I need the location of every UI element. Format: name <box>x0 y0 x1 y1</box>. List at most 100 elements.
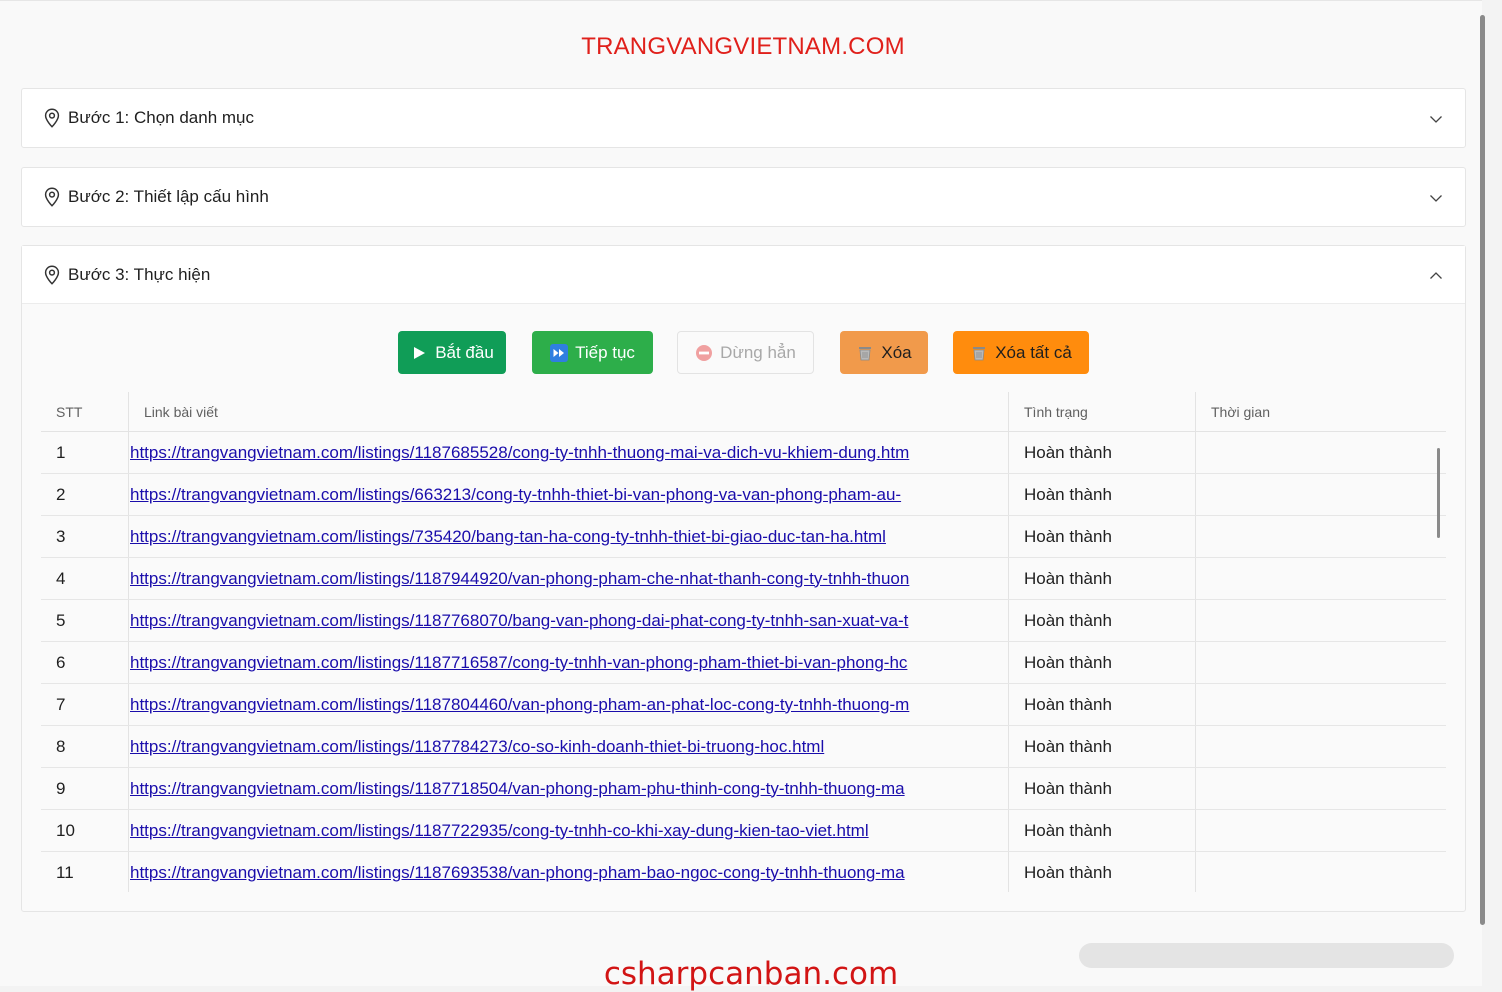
start-button[interactable]: Bắt đầu <box>398 331 506 374</box>
row-time <box>1196 600 1446 641</box>
no-entry-icon <box>695 344 713 362</box>
table-row[interactable]: 8 https://trangvangvietnam.com/listings/1… <box>41 726 1446 768</box>
row-time <box>1196 516 1446 557</box>
step-3-panel: Bước 3: Thực hiện Bắt đầu Tiếp tục Dừng … <box>21 245 1466 912</box>
continue-button-label: Tiếp tục <box>575 342 635 362</box>
row-stt: 8 <box>41 726 129 767</box>
table-header: STT Link bài viết Tình trạng Thời gian <box>41 392 1446 432</box>
table-row[interactable]: 4 https://trangvangvietnam.com/listings/1… <box>41 558 1446 600</box>
window-vertical-scrollbar[interactable] <box>1480 15 1485 925</box>
row-stt: 10 <box>41 810 129 851</box>
delete-all-button-label: Xóa tất cả <box>995 342 1072 362</box>
table-body: 1 https://trangvangvietnam.com/listings/1… <box>41 432 1446 892</box>
fast-forward-icon <box>550 343 569 362</box>
row-link-cell: https://trangvangvietnam.com/listings/11… <box>129 852 1009 892</box>
table-row[interactable]: 6 https://trangvangvietnam.com/listings/1… <box>41 642 1446 684</box>
chevron-down-icon[interactable] <box>1429 190 1443 204</box>
table-row[interactable]: 7 https://trangvangvietnam.com/listings/1… <box>41 684 1446 726</box>
app-title: TRANGVANGVIETNAM.COM <box>581 33 905 60</box>
step-2-header[interactable]: Bước 2: Thiết lập cấu hình <box>22 168 1465 226</box>
row-link-cell: https://trangvangvietnam.com/listings/73… <box>129 516 1009 557</box>
chevron-up-icon[interactable] <box>1429 268 1443 282</box>
row-link-cell: https://trangvangvietnam.com/listings/11… <box>129 432 1009 473</box>
start-button-label: Bắt đầu <box>435 342 494 362</box>
step-2-panel: Bước 2: Thiết lập cấu hình <box>21 167 1466 227</box>
delete-button[interactable]: Xóa <box>840 331 928 374</box>
step-3-label: Bước 3: Thực hiện <box>68 264 211 284</box>
row-link[interactable]: https://trangvangvietnam.com/listings/11… <box>130 443 909 463</box>
row-status: Hoàn thành <box>1009 516 1196 557</box>
row-link[interactable]: https://trangvangvietnam.com/listings/11… <box>130 569 909 589</box>
row-link[interactable]: https://trangvangvietnam.com/listings/11… <box>130 737 824 757</box>
row-status: Hoàn thành <box>1009 558 1196 599</box>
row-status: Hoàn thành <box>1009 642 1196 683</box>
step-1-header[interactable]: Bước 1: Chọn danh mục <box>22 89 1465 147</box>
row-time <box>1196 642 1446 683</box>
row-link-cell: https://trangvangvietnam.com/listings/11… <box>129 810 1009 851</box>
delete-all-button[interactable]: Xóa tất cả <box>953 331 1089 374</box>
row-stt: 1 <box>41 432 129 473</box>
table-row[interactable]: 10 https://trangvangvietnam.com/listings/… <box>41 810 1446 852</box>
row-link[interactable]: https://trangvangvietnam.com/listings/73… <box>130 527 886 547</box>
row-status: Hoàn thành <box>1009 432 1196 473</box>
table-row[interactable]: 1 https://trangvangvietnam.com/listings/1… <box>41 432 1446 474</box>
column-header-status[interactable]: Tình trạng <box>1009 392 1196 431</box>
column-header-link[interactable]: Link bài viết <box>129 392 1009 431</box>
row-time <box>1196 474 1446 515</box>
row-link[interactable]: https://trangvangvietnam.com/listings/11… <box>130 779 905 799</box>
column-header-stt[interactable]: STT <box>41 392 129 431</box>
trash-icon <box>970 344 988 362</box>
stop-button[interactable]: Dừng hẳn <box>677 331 814 374</box>
step-3-header[interactable]: Bước 3: Thực hiện <box>22 246 1465 304</box>
table-row[interactable]: 9 https://trangvangvietnam.com/listings/1… <box>41 768 1446 810</box>
row-link[interactable]: https://trangvangvietnam.com/listings/11… <box>130 653 907 673</box>
table-row[interactable]: 11 https://trangvangvietnam.com/listings/… <box>41 852 1446 892</box>
row-status: Hoàn thành <box>1009 684 1196 725</box>
row-stt: 2 <box>41 474 129 515</box>
row-link-cell: https://trangvangvietnam.com/listings/11… <box>129 726 1009 767</box>
row-stt: 7 <box>41 684 129 725</box>
row-time <box>1196 852 1446 892</box>
row-time <box>1196 726 1446 767</box>
row-time <box>1196 684 1446 725</box>
row-time <box>1196 432 1446 473</box>
row-stt: 11 <box>41 852 129 892</box>
row-time <box>1196 768 1446 809</box>
chevron-down-icon[interactable] <box>1429 111 1443 125</box>
row-link[interactable]: https://trangvangvietnam.com/listings/11… <box>130 863 905 883</box>
row-stt: 6 <box>41 642 129 683</box>
row-status: Hoàn thành <box>1009 726 1196 767</box>
row-stt: 5 <box>41 600 129 641</box>
table-row[interactable]: 5 https://trangvangvietnam.com/listings/1… <box>41 600 1446 642</box>
column-header-time[interactable]: Thời gian <box>1196 392 1446 431</box>
table-row[interactable]: 2 https://trangvangvietnam.com/listings/6… <box>41 474 1446 516</box>
row-link-cell: https://trangvangvietnam.com/listings/11… <box>129 684 1009 725</box>
play-icon <box>410 344 428 362</box>
map-pin-icon <box>41 107 63 129</box>
row-link-cell: https://trangvangvietnam.com/listings/11… <box>129 558 1009 599</box>
row-time <box>1196 810 1446 851</box>
row-status: Hoàn thành <box>1009 852 1196 892</box>
row-link-cell: https://trangvangvietnam.com/listings/11… <box>129 768 1009 809</box>
trash-icon <box>856 344 874 362</box>
row-time <box>1196 558 1446 599</box>
row-link[interactable]: https://trangvangvietnam.com/listings/11… <box>130 611 908 631</box>
table-vertical-scrollbar[interactable] <box>1437 448 1440 538</box>
row-stt: 3 <box>41 516 129 557</box>
row-link[interactable]: https://trangvangvietnam.com/listings/66… <box>130 485 901 505</box>
row-stt: 4 <box>41 558 129 599</box>
table-row[interactable]: 3 https://trangvangvietnam.com/listings/7… <box>41 516 1446 558</box>
delete-button-label: Xóa <box>881 342 912 362</box>
row-link[interactable]: https://trangvangvietnam.com/listings/11… <box>130 821 869 841</box>
row-status: Hoàn thành <box>1009 474 1196 515</box>
row-status: Hoàn thành <box>1009 600 1196 641</box>
continue-button[interactable]: Tiếp tục <box>532 331 653 374</box>
app-window: TRANGVANGVIETNAM.COM Bước 1: Chọn danh m… <box>0 0 1482 986</box>
map-pin-icon <box>41 186 63 208</box>
watermark-text: csharpcanban.com <box>603 956 899 992</box>
map-pin-icon <box>41 264 63 286</box>
step-2-label: Bước 2: Thiết lập cấu hình <box>68 187 269 206</box>
row-status: Hoàn thành <box>1009 768 1196 809</box>
row-link[interactable]: https://trangvangvietnam.com/listings/11… <box>130 695 909 715</box>
results-table: STT Link bài viết Tình trạng Thời gian 1… <box>41 392 1446 892</box>
